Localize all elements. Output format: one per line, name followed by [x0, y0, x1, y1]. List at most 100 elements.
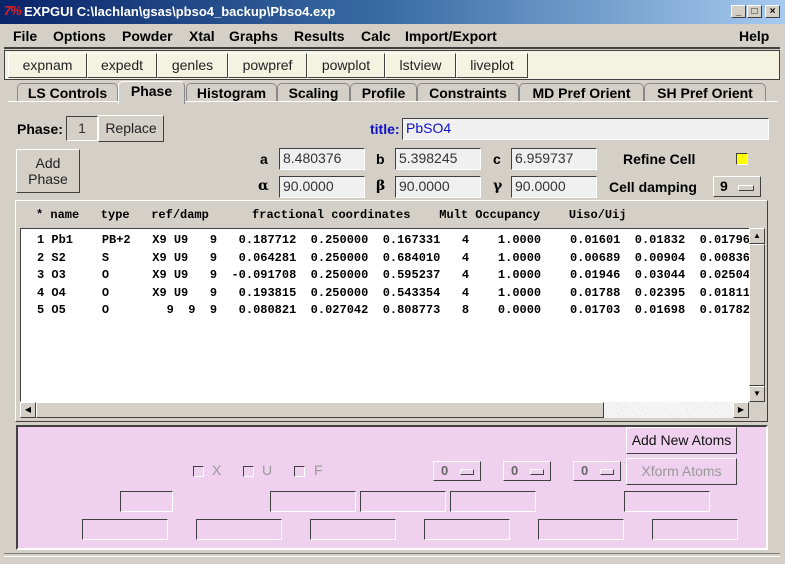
horizontal-scroll-thumb[interactable] — [36, 402, 604, 418]
atom-u33-field[interactable] — [310, 519, 396, 540]
atom-z-field[interactable] — [450, 491, 536, 512]
maximize-button[interactable]: □ — [747, 5, 762, 18]
atom-list[interactable]: 1 Pb1 PB+2 X9 U9 9 0.187712 0.250000 0.1… — [20, 228, 750, 402]
scroll-left-arrow-icon[interactable]: ◀ — [20, 402, 36, 418]
c-label: c — [493, 151, 501, 167]
genles-button[interactable]: genles — [157, 53, 228, 78]
atom-mult: 4 — [440, 285, 470, 300]
atom-ref: X9 U9 — [152, 250, 210, 265]
atom-name: Pb1 — [51, 233, 102, 247]
powpref-button[interactable]: powpref — [228, 53, 307, 78]
a-label: a — [260, 151, 268, 167]
tab-profile[interactable]: Profile — [350, 83, 417, 102]
atom-row[interactable]: 1 Pb1 PB+2 X9 U9 9 0.187712 0.250000 0.1… — [37, 233, 750, 250]
add-phase-button[interactable]: Add Phase — [16, 149, 80, 193]
cell-damping-menu[interactable]: 9 — [713, 176, 761, 197]
atom-row[interactable]: 2 S2 S X9 U9 9 0.064281 0.250000 0.68401… — [37, 250, 749, 268]
close-button[interactable]: × — [765, 5, 780, 18]
cell-gamma-input[interactable]: 90.0000 — [511, 176, 597, 198]
add-new-atoms-button[interactable]: Add New Atoms — [626, 427, 737, 454]
expnam-button[interactable]: expnam — [8, 53, 87, 78]
minimize-button[interactable]: _ — [731, 5, 746, 18]
atom-u22: 0.01832 — [627, 233, 693, 247]
toolbar: expnam expedt genles powpref powplot lst… — [4, 50, 780, 80]
menu-file[interactable]: File — [13, 28, 37, 44]
tab-constraints[interactable]: Constraints — [417, 83, 519, 102]
atom-table-header: * name type ref/damp fractional coordina… — [36, 208, 627, 222]
menu-results[interactable]: Results — [294, 28, 345, 44]
add-phase-line1: Add — [35, 155, 61, 171]
atom-z: 0.595237 — [375, 268, 441, 282]
atom-row[interactable]: 5 O5 O 9 9 9 0.080821 0.027042 0.808773 … — [37, 303, 749, 320]
menu-import-export[interactable]: Import/Export — [405, 28, 497, 44]
title-bar: 7% EXPGUI C:\lachlan\gsas\pbso4_backup\P… — [0, 0, 785, 24]
menu-help[interactable]: Help — [739, 28, 769, 44]
atom-row[interactable]: 4 O4 O X9 U9 9 0.193815 0.250000 0.54335… — [37, 285, 749, 303]
atom-ref: X9 U9 — [152, 233, 210, 247]
atom-z: 0.167331 — [375, 233, 441, 247]
atom-y: 0.027042 — [303, 303, 376, 317]
tab-md-pref-orient[interactable]: MD Pref Orient — [519, 83, 644, 102]
atom-u12-field[interactable] — [424, 519, 510, 540]
menu-xtal[interactable]: Xtal — [189, 28, 215, 44]
atom-name-field[interactable] — [120, 491, 173, 512]
tab-phase[interactable]: Phase — [118, 81, 185, 104]
atom-u11-field[interactable] — [82, 519, 168, 540]
atom-u22-field[interactable] — [196, 519, 282, 540]
window-title: EXPGUI C:\lachlan\gsas\pbso4_backup\Pbso… — [24, 4, 336, 19]
menu-powder[interactable]: Powder — [122, 28, 173, 44]
atom-row[interactable]: 3 O3 O X9 U9 9 -0.091708 0.250000 0.5952… — [37, 268, 749, 285]
atom-ref: X9 U9 — [152, 285, 210, 300]
atom-x-field[interactable] — [270, 491, 356, 512]
atom-y: 0.250000 — [303, 285, 376, 300]
menu-indicator-icon — [460, 469, 474, 475]
atom-u22: 0.02395 — [627, 285, 693, 300]
powplot-button[interactable]: powplot — [307, 53, 385, 78]
refine-x-checkbox[interactable] — [193, 466, 204, 477]
refine-cell-label: Refine Cell — [623, 151, 696, 167]
atom-uiso-field[interactable] — [624, 491, 710, 512]
atom-u33: 0.01796 — [699, 233, 750, 247]
cell-beta-input[interactable]: 90.0000 — [395, 176, 481, 198]
u-damping-value: 0 — [511, 463, 519, 478]
cell-b-input[interactable]: 5.398245 — [395, 148, 481, 170]
replace-button[interactable]: Replace — [98, 115, 164, 142]
atom-u13-field[interactable] — [538, 519, 624, 540]
expedt-button[interactable]: expedt — [87, 53, 157, 78]
lstview-button[interactable]: lstview — [385, 53, 456, 78]
x-damping-menu[interactable]: 0 — [433, 461, 481, 481]
vertical-scroll-thumb[interactable] — [749, 244, 765, 386]
cell-a-input[interactable]: 8.480376 — [279, 148, 365, 170]
menu-calc[interactable]: Calc — [361, 28, 391, 44]
tab-sh-pref-orient[interactable]: SH Pref Orient — [644, 83, 766, 102]
vertical-scrollbar[interactable]: ▲ ▼ — [749, 228, 765, 402]
scroll-right-arrow-icon[interactable]: ▶ — [733, 402, 749, 418]
atom-u11: 0.01601 — [562, 233, 628, 247]
tab-histogram[interactable]: Histogram — [186, 83, 277, 102]
refine-cell-checkbox[interactable] — [736, 153, 748, 165]
add-phase-line2: Phase — [28, 171, 68, 187]
f-damping-menu[interactable]: 0 — [573, 461, 621, 481]
u-damping-menu[interactable]: 0 — [503, 461, 551, 481]
horizontal-scrollbar[interactable]: ◀ ▶ — [20, 402, 749, 418]
scroll-up-arrow-icon[interactable]: ▲ — [749, 228, 765, 244]
b-label: b — [376, 151, 385, 167]
refine-f-label: F — [314, 462, 323, 478]
tab-scaling[interactable]: Scaling — [277, 83, 350, 102]
menu-graphs[interactable]: Graphs — [229, 28, 278, 44]
refine-u-checkbox[interactable] — [243, 466, 254, 477]
atom-mult: 4 — [440, 233, 470, 247]
scroll-down-arrow-icon[interactable]: ▼ — [749, 386, 765, 402]
cell-alpha-input[interactable]: 90.0000 — [279, 176, 365, 198]
xform-atoms-button[interactable]: Xform Atoms — [626, 458, 737, 485]
menu-options[interactable]: Options — [53, 28, 106, 44]
refine-f-checkbox[interactable] — [294, 466, 305, 477]
atom-y: 0.250000 — [303, 268, 376, 282]
title-input[interactable]: PbSO4 — [402, 118, 769, 140]
atom-u22: 0.01698 — [627, 303, 693, 317]
cell-c-input[interactable]: 6.959737 — [511, 148, 597, 170]
atom-y-field[interactable] — [360, 491, 446, 512]
tab-ls-controls[interactable]: LS Controls — [17, 83, 118, 102]
liveplot-button[interactable]: liveplot — [456, 53, 528, 78]
atom-u23-field[interactable] — [652, 519, 738, 540]
